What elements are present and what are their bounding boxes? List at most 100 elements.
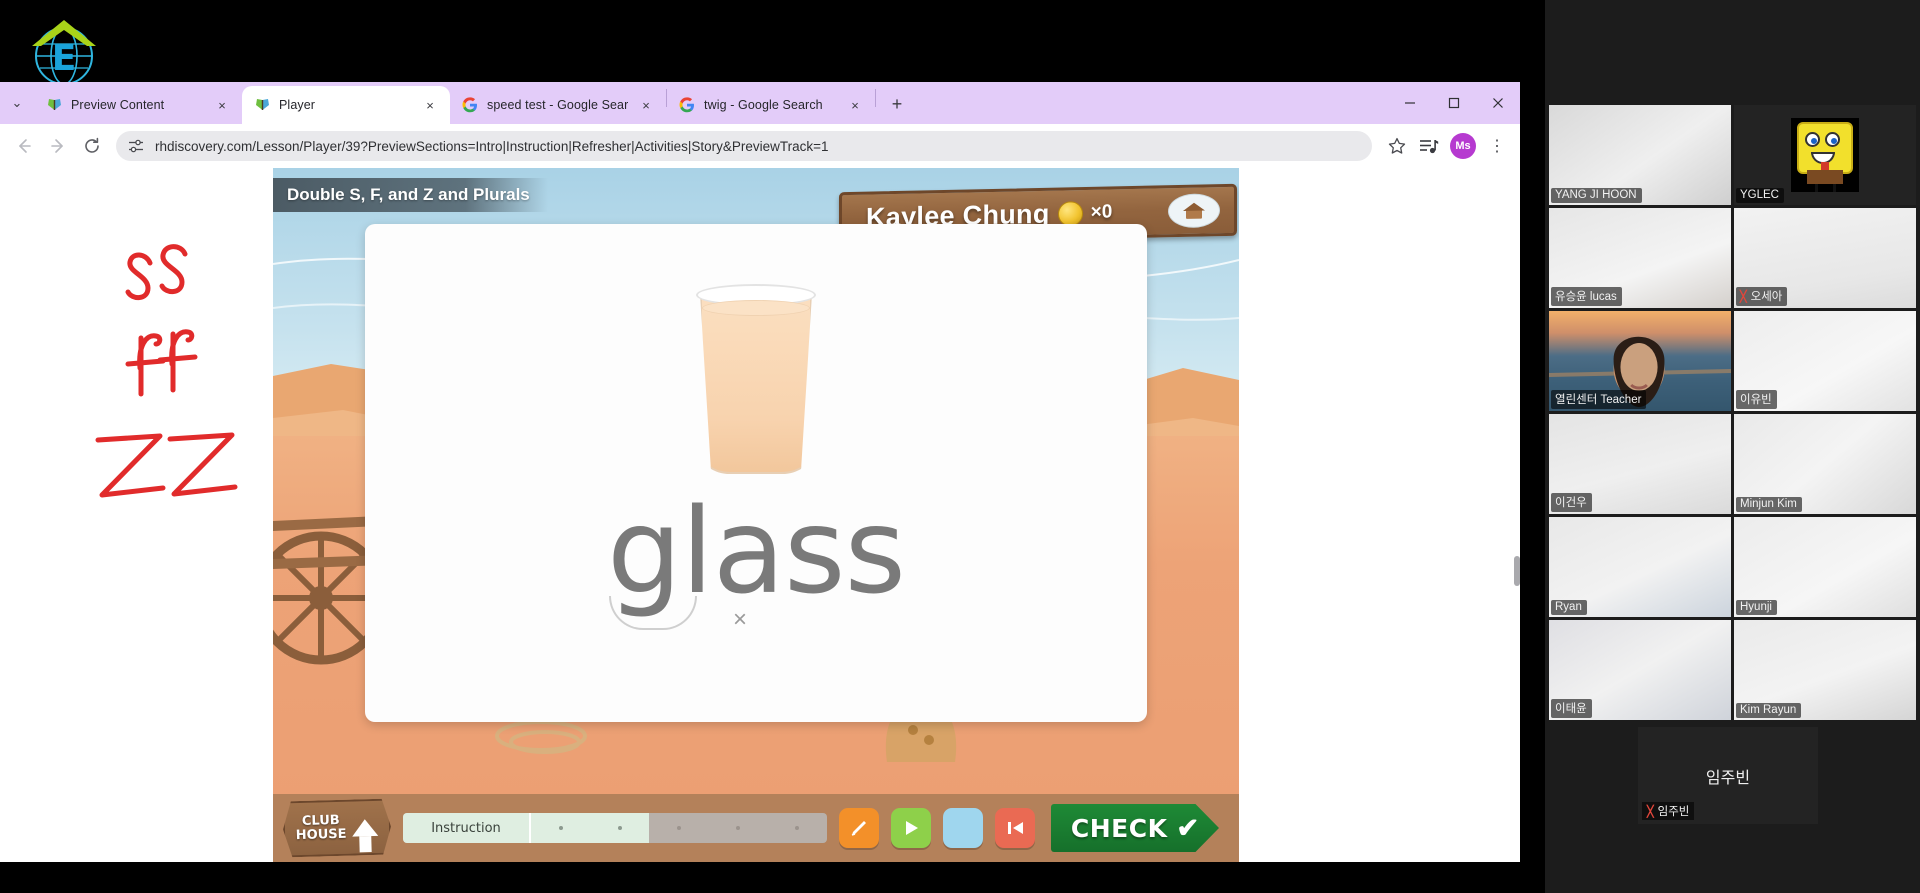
video-tile[interactable]: 열린센터 Teacher — [1549, 311, 1731, 411]
video-tile[interactable]: 유승윤 lucas — [1549, 208, 1731, 308]
progress-dot[interactable] — [709, 813, 768, 843]
tab-close-icon[interactable]: × — [636, 95, 656, 115]
video-tile[interactable]: Hyunji — [1734, 517, 1916, 617]
participant-name: 이태윤 — [1551, 699, 1592, 718]
participant-name: YANG JI HOON — [1551, 188, 1642, 203]
muted-microphone-icon: ╳ — [1647, 805, 1654, 818]
video-tile[interactable]: Kim Rayun — [1734, 620, 1916, 720]
tab-search-caret-icon[interactable]: ⌄ — [0, 82, 34, 124]
up-arrow-icon — [352, 818, 378, 836]
tab-twig[interactable]: twig - Google Search × — [667, 86, 875, 124]
muted-microphone-icon: ╳ — [1740, 290, 1747, 303]
handwritten-scribbles — [95, 244, 238, 498]
reload-button[interactable] — [76, 130, 108, 162]
video-tile[interactable]: YGLEC — [1734, 105, 1916, 205]
video-tile[interactable]: ╳ 오세아 — [1734, 208, 1916, 308]
tab-title: twig - Google Search — [704, 98, 823, 112]
forward-button[interactable] — [42, 130, 74, 162]
participant-name: ╳ 오세아 — [1736, 287, 1788, 306]
participant-name: Minjun Kim — [1736, 497, 1802, 512]
screen: E ⌄ Preview Content × Player × speed tes… — [0, 0, 1920, 893]
minimize-button[interactable] — [1388, 82, 1432, 124]
progress-dots — [531, 813, 827, 843]
check-label: CHECK — [1070, 813, 1168, 843]
tab-preview-content[interactable]: Preview Content × — [34, 86, 242, 124]
glass-of-juice-illustration — [692, 284, 820, 474]
url-text: rhdiscovery.com/Lesson/Player/39?Preview… — [155, 138, 829, 154]
check-tick-icon: ✔ — [1176, 812, 1200, 843]
underline-arc — [609, 596, 698, 630]
back-button[interactable] — [8, 130, 40, 162]
floating-video-tile[interactable]: 임주빈 ╳ 임주빈 — [1638, 727, 1818, 824]
profile-avatar[interactable]: Ms — [1450, 133, 1476, 159]
tab-close-icon[interactable]: × — [420, 95, 440, 115]
blank-button[interactable] — [943, 808, 983, 848]
tune-site-settings-icon[interactable] — [126, 136, 146, 156]
maximize-button[interactable] — [1432, 82, 1476, 124]
video-tile[interactable]: 이태윤 — [1549, 620, 1731, 720]
butterfly-icon — [46, 97, 63, 114]
tab-title: Player — [279, 98, 316, 112]
video-tile-active-speaker[interactable]: 이건우 — [1549, 414, 1731, 514]
progress-dot[interactable] — [649, 813, 708, 843]
address-bar[interactable]: rhdiscovery.com/Lesson/Player/39?Preview… — [116, 131, 1372, 161]
participant-name: 열린센터 Teacher — [1551, 390, 1647, 409]
tab-title: speed test - Google Search — [487, 98, 628, 112]
tab-player[interactable]: Player × — [242, 86, 450, 124]
page-viewport: Double S, F, and Z and Plurals Kaylee Ch… — [0, 168, 1520, 862]
video-tile[interactable]: Minjun Kim — [1734, 414, 1916, 514]
tab-close-icon[interactable]: × — [845, 95, 865, 115]
browser-menu-icon[interactable]: ⋮ — [1482, 131, 1512, 161]
participant-name: YGLEC — [1736, 188, 1784, 203]
clubhouse-badge-icon[interactable] — [1168, 193, 1220, 229]
video-conference-panel: YANG JI HOON YGLEC 유승윤 lucas ╳ 오세아 열린센터 … — [1545, 0, 1920, 893]
participant-name: 이유빈 — [1736, 390, 1777, 409]
lesson-player-stage: Double S, F, and Z and Plurals Kaylee Ch… — [273, 168, 1239, 862]
video-tile[interactable]: Ryan — [1549, 517, 1731, 617]
e-globe-logo: E — [26, 12, 102, 90]
coin-icon — [1057, 200, 1083, 227]
butterfly-icon — [254, 97, 271, 114]
tab-close-icon[interactable]: × — [212, 95, 232, 115]
tab-title: Preview Content — [71, 98, 165, 112]
new-tab-button[interactable]: + — [882, 89, 912, 119]
player-toolbar: CLUB HOUSE Instruction CHECK ✔ — [273, 794, 1239, 862]
rewind-button[interactable] — [995, 808, 1035, 848]
close-window-button[interactable] — [1476, 82, 1520, 124]
panel-drag-handle[interactable] — [1514, 556, 1520, 586]
progress-dot[interactable] — [768, 813, 827, 843]
word-display: glass × — [607, 482, 906, 632]
browser-window: ⌄ Preview Content × Player × speed test … — [0, 82, 1520, 862]
lesson-progress-bar[interactable]: Instruction — [403, 813, 827, 843]
pen-tool-button[interactable] — [839, 808, 879, 848]
google-icon — [679, 96, 696, 114]
progress-dot[interactable] — [531, 813, 591, 843]
clubhouse-label-line2: HOUSE — [295, 826, 347, 844]
participant-name: ╳ 임주빈 — [1642, 802, 1695, 820]
activity-card: glass × — [365, 224, 1147, 722]
svg-text:E: E — [52, 38, 77, 79]
clubhouse-button[interactable]: CLUB HOUSE — [282, 799, 392, 858]
target-word: glass — [607, 482, 906, 620]
floating-tile-display-name: 임주빈 — [1705, 769, 1751, 787]
participant-name: 이건우 — [1551, 493, 1592, 512]
video-tile[interactable]: 이유빈 — [1734, 311, 1916, 411]
participant-name: Ryan — [1551, 600, 1587, 615]
check-answer-button[interactable]: CHECK ✔ — [1051, 804, 1219, 852]
media-playlist-icon[interactable] — [1414, 131, 1444, 161]
play-button[interactable] — [891, 808, 931, 848]
x-mark-annotation: × — [733, 606, 748, 633]
tab-strip: ⌄ Preview Content × Player × speed test … — [0, 82, 1520, 124]
window-controls — [1388, 82, 1520, 124]
bookmark-star-icon[interactable] — [1382, 131, 1412, 161]
video-tile[interactable]: YANG JI HOON — [1549, 105, 1731, 205]
progress-dot[interactable] — [590, 813, 650, 843]
browser-toolbar: rhdiscovery.com/Lesson/Player/39?Preview… — [0, 124, 1520, 168]
tab-separator — [875, 89, 876, 107]
participant-name: 유승윤 lucas — [1551, 287, 1622, 306]
video-tile-grid: YANG JI HOON YGLEC 유승윤 lucas ╳ 오세아 열린센터 … — [1545, 105, 1920, 720]
coin-count: ×0 — [1090, 201, 1113, 223]
progress-section-label: Instruction — [403, 813, 531, 843]
participant-name: Hyunji — [1736, 600, 1777, 615]
tab-speed-test[interactable]: speed test - Google Search × — [450, 86, 666, 124]
